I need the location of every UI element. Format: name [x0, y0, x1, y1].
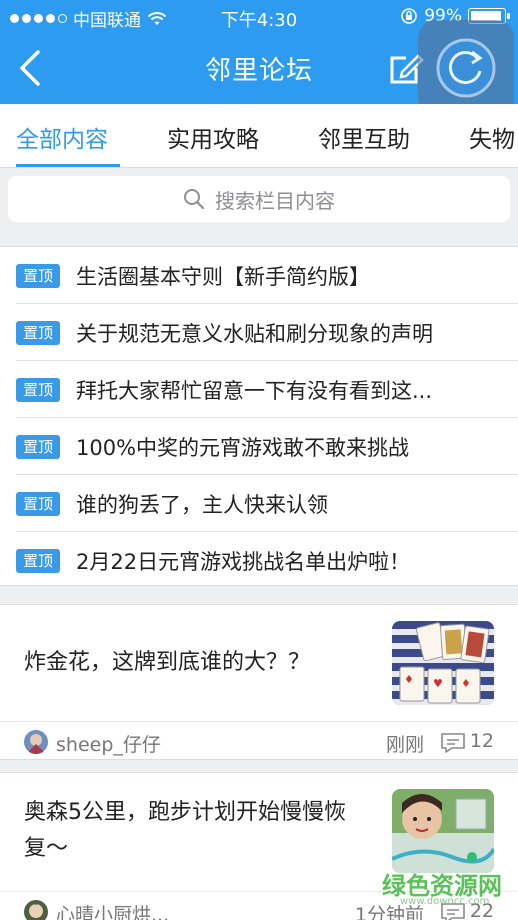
search-input[interactable]: 搜索栏目内容 — [8, 176, 510, 222]
pinned-list: 置顶 生活圈基本守则【新手简约版】 置顶 关于规范无意义水贴和刷分现象的声明 置… — [0, 246, 518, 586]
pinned-item-title: 2月22日元宵游戏挑战名单出炉啦！ — [76, 549, 411, 574]
pinned-badge: 置顶 — [16, 434, 60, 459]
tab-lost-and-found[interactable]: 失物 — [469, 120, 515, 154]
avatar[interactable] — [24, 900, 48, 920]
post-author[interactable]: 心晴小厨烘... — [56, 900, 169, 920]
post-thumbnail-runner — [392, 789, 494, 873]
pinned-item-title: 生活圈基本守则【新手简约版】 — [76, 264, 370, 289]
comment-count: 12 — [469, 730, 494, 752]
post-thumbnail-cards: ♦ ♥ ♦ — [392, 621, 494, 705]
svg-text:♥: ♥ — [433, 677, 443, 690]
pinned-item-title: 拜托大家帮忙留意一下有没有看到这... — [76, 378, 433, 403]
pinned-badge: 置顶 — [16, 320, 60, 345]
pinned-item-title: 关于规范无意义水贴和刷分现象的声明 — [76, 321, 433, 346]
category-tabs: 全部内容 实用攻略 邻里互助 失物 — [0, 104, 518, 168]
watermark-url: www.downcc.com — [400, 896, 490, 907]
post-author[interactable]: sheep_仔仔 — [56, 730, 161, 757]
active-tab-indicator — [16, 164, 120, 167]
orientation-lock-icon — [401, 8, 418, 24]
search-placeholder: 搜索栏目内容 — [215, 188, 335, 213]
pinned-item[interactable]: 置顶 谁的狗丢了，主人快来认领 — [0, 475, 518, 532]
pinned-item[interactable]: 置顶 生活圈基本守则【新手简约版】 — [0, 247, 518, 304]
pinned-item-title: 谁的狗丢了，主人快来认领 — [76, 492, 328, 517]
pinned-item-title: 100%中奖的元宵游戏敢不敢来挑战 — [76, 435, 410, 460]
post-time: 刚刚 — [385, 734, 424, 756]
tab-neighbor-help[interactable]: 邻里互助 — [318, 120, 410, 154]
pinned-badge: 置顶 — [16, 263, 60, 288]
refresh-icon — [436, 38, 496, 98]
pinned-badge: 置顶 — [16, 491, 60, 516]
pinned-item[interactable]: 置顶 拜托大家帮忙留意一下有没有看到这... — [0, 361, 518, 418]
pinned-item[interactable]: 置顶 关于规范无意义水贴和刷分现象的声明 — [0, 304, 518, 361]
avatar[interactable] — [24, 730, 48, 754]
post-title: 炸金花，这牌到底谁的大？？ — [24, 650, 311, 675]
svg-text:♦: ♦ — [404, 673, 414, 686]
pinned-item[interactable]: 置顶 2月22日元宵游戏挑战名单出炉啦！ — [0, 532, 518, 589]
search-area: 搜索栏目内容 — [0, 168, 518, 234]
pinned-badge: 置顶 — [16, 548, 60, 573]
post-title: 奥森5公里，跑步计划开始慢慢恢复～ — [24, 800, 346, 861]
pinned-item[interactable]: 置顶 100%中奖的元宵游戏敢不敢来挑战 — [0, 418, 518, 475]
tab-all-content[interactable]: 全部内容 — [16, 120, 108, 154]
floating-assistive-button[interactable] — [418, 20, 514, 116]
tab-practical-guides[interactable]: 实用攻略 — [167, 120, 259, 154]
search-icon — [184, 189, 205, 210]
comment-icon — [441, 733, 465, 753]
svg-text:♦: ♦ — [461, 677, 471, 690]
post-meta: sheep_仔仔 刚刚 12 — [0, 721, 518, 761]
pinned-badge: 置顶 — [16, 377, 60, 402]
post-card[interactable]: 炸金花，这牌到底谁的大？？ ♦ ♥ ♦ sheep_仔仔 刚刚 12 — [0, 604, 518, 760]
